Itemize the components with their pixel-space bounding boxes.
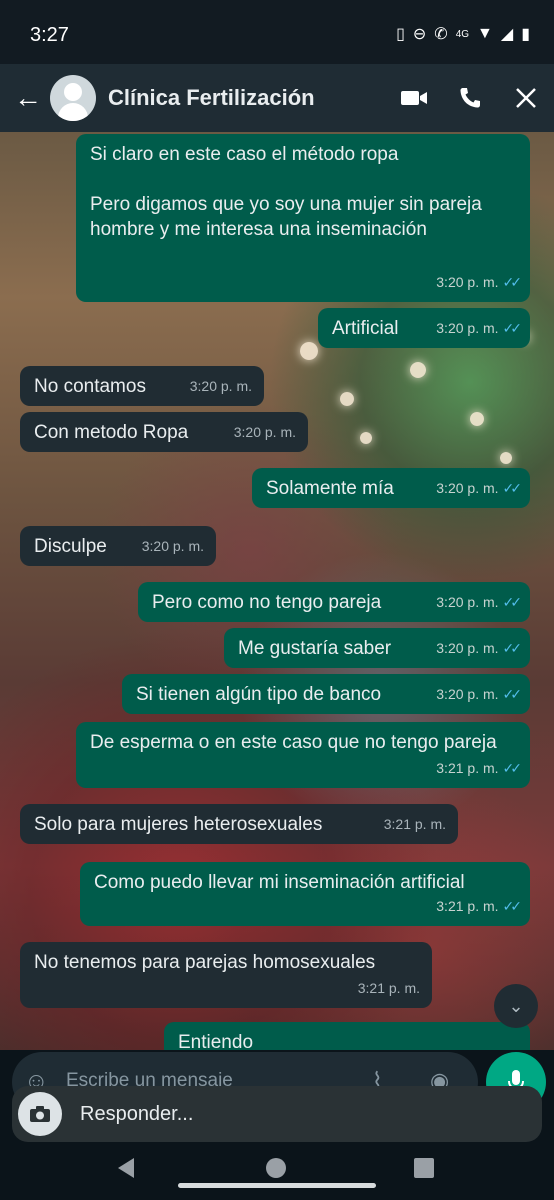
message-timestamp: 3:20 p. m. [436,640,499,656]
message-text: Me gustaría saber [238,638,392,659]
phone-icon[interactable] [442,76,498,120]
nav-recents-icon[interactable] [414,1158,434,1178]
message-meta: 3:20 p. m. ✓✓ [436,316,523,341]
message-meta: 3:20 p. m. ✓✓ [436,590,523,615]
status-icons: ▯ ⊖ ✆ 4G ▼ ◢ ▮ [396,24,530,44]
wallpaper-light [500,452,512,464]
message-text: Pero como no tengo pareja [152,592,382,613]
vibrate-icon: ▯ [396,26,405,43]
outgoing-message[interactable]: Si tienen algún tipo de banco 3:20 p. m. ✓… [122,674,530,714]
chat-area[interactable]: Si claro en este caso el método ropa Per… [0,132,554,1050]
read-receipt-icon: ✓✓ [502,640,523,656]
message-timestamp: 3:20 p. m. [436,320,499,336]
contact-name[interactable]: Clínica Fertilización [108,85,386,111]
wallpaper-light [410,362,426,378]
status-time: 3:27 [30,24,69,46]
camera-icon[interactable] [18,1092,62,1136]
close-icon[interactable] [498,76,554,120]
message-text: Solamente mía [266,478,394,499]
message-meta: 3:21 p. m. ✓✓ [436,894,523,919]
message-meta: 3:20 p. m. ✓✓ [436,682,523,707]
double-chevron-down-icon[interactable]: ⌄ [494,984,538,1028]
message-timestamp: 3:21 p. m. [436,760,499,776]
signal-icon: ◢ [500,26,514,43]
outgoing-message[interactable]: De esperma o en este caso que no tengo p… [76,722,530,788]
system-nav-bar [0,1142,554,1200]
message-text: No contamos [34,376,146,397]
message-timestamp: 3:20 p. m. [436,274,499,290]
incoming-message[interactable]: Disculpe 3:20 p. m. [20,526,216,566]
wallpaper-light [470,412,484,426]
do-not-disturb-icon: ⊖ [412,26,427,43]
read-receipt-icon: ✓✓ [502,594,523,610]
message-meta: 3:20 p. m. ✓✓ [436,270,523,295]
message-timestamp: 3:21 p. m. [357,980,420,996]
outgoing-message[interactable]: Como puedo llevar mi inseminación artifi… [80,862,530,926]
battery-icon: ▮ [521,26,530,43]
wifi-calling-icon: ✆ [434,26,448,43]
message-meta: 3:21 p. m. [358,976,420,1001]
avatar[interactable] [50,75,96,121]
video-call-icon[interactable] [386,76,442,120]
message-timestamp: 3:20 p. m. [233,424,296,440]
outgoing-message[interactable]: Entiendo [164,1022,530,1050]
chat-header: ← Clínica Fertilización [0,64,554,132]
message-text: Con metodo Ropa [34,422,189,443]
outgoing-message[interactable]: Artificial 3:20 p. m. ✓✓ [318,308,530,348]
read-receipt-icon: ✓✓ [502,686,523,702]
outgoing-message[interactable]: Me gustaría saber 3:20 p. m. ✓✓ [224,628,530,668]
status-bar: 3:27 ▯ ⊖ ✆ 4G ▼ ◢ ▮ [0,0,554,64]
wallpaper-light [340,392,354,406]
incoming-message[interactable]: No contamos 3:20 p. m. [20,366,264,406]
wallpaper-light [360,432,372,444]
nav-back-icon[interactable] [118,1158,134,1178]
incoming-message[interactable]: Con metodo Ropa 3:20 p. m. [20,412,308,452]
outgoing-message[interactable]: Solamente mía 3:20 p. m. ✓✓ [252,468,530,508]
message-text: Entiendo [178,1032,254,1050]
message-text: Disculpe [34,536,107,557]
message-text: Artificial [332,318,399,339]
message-meta: 3:21 p. m. [384,812,446,837]
read-receipt-icon: ✓✓ [502,898,523,914]
read-receipt-icon: ✓✓ [502,320,523,336]
outgoing-message[interactable]: Pero como no tengo pareja 3:20 p. m. ✓✓ [138,582,530,622]
message-meta: 3:20 p. m. [142,534,204,559]
message-timestamp: 3:20 p. m. [436,594,499,610]
message-text: De esperma o en este caso que no tengo p… [90,732,497,753]
read-receipt-icon: ✓✓ [502,480,523,496]
message-timestamp: 3:21 p. m. [383,816,446,832]
message-meta: 3:20 p. m. ✓✓ [436,476,523,501]
nav-home-icon[interactable] [266,1158,286,1178]
message-meta: 3:20 p. m. ✓✓ [436,636,523,661]
outgoing-message[interactable]: Si claro en este caso el método ropa Per… [76,134,530,302]
reply-notification-bar[interactable]: Responder... [12,1086,542,1142]
reply-label[interactable]: Responder... [80,1103,193,1126]
message-text: Solo para mujeres heterosexuales [34,814,323,835]
message-meta: 3:21 p. m. ✓✓ [436,756,523,781]
read-receipt-icon: ✓✓ [502,274,523,290]
incoming-message[interactable]: Solo para mujeres heterosexuales 3:21 p. … [20,804,458,844]
message-meta: 3:20 p. m. [234,420,296,445]
wallpaper-light [300,342,318,360]
wifi-icon: ▼ [477,25,493,42]
back-arrow-icon[interactable]: ← [6,76,50,120]
message-timestamp: 3:20 p. m. [436,480,499,496]
gesture-pill[interactable] [178,1183,376,1188]
message-timestamp: 3:20 p. m. [141,538,204,554]
message-text: Como puedo llevar mi inseminación artifi… [94,872,465,893]
message-timestamp: 3:20 p. m. [436,686,499,702]
network-label: 4G [455,28,470,40]
message-text: Si tienen algún tipo de banco [136,684,382,705]
read-receipt-icon: ✓✓ [502,760,523,776]
message-text: No tenemos para parejas homosexuales [34,952,376,973]
message-timestamp: 3:20 p. m. [189,378,252,394]
incoming-message[interactable]: No tenemos para parejas homosexuales 3:21… [20,942,432,1008]
message-text: Si claro en este caso el método ropa Per… [90,144,482,240]
message-meta: 3:20 p. m. [190,374,252,399]
message-timestamp: 3:21 p. m. [436,898,499,914]
